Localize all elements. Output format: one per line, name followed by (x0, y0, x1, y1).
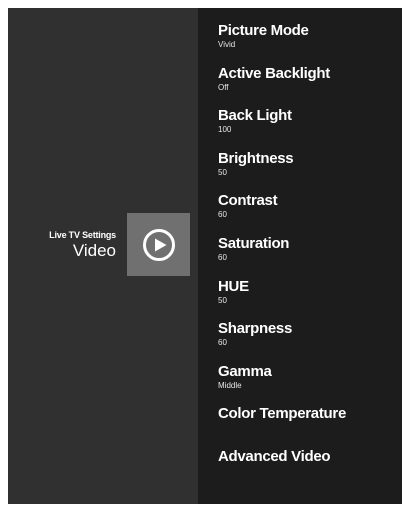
menu-item-back-light[interactable]: Back Light 100 (218, 107, 394, 150)
menu-item-contrast[interactable]: Contrast 60 (218, 192, 394, 235)
menu-item-value: 100 (218, 125, 232, 135)
play-circle-icon (142, 228, 175, 261)
section-header: Live TV Settings Video (49, 230, 116, 261)
tv-settings-screen: Live TV Settings Video Picture Mode Vivi… (8, 8, 402, 504)
menu-item-value: 50 (218, 295, 227, 305)
menu-item-label: Sharpness (218, 320, 292, 338)
menu-item-saturation[interactable]: Saturation 60 (218, 235, 394, 278)
menu-item-label: Gamma (218, 362, 272, 380)
menu-item-value: 60 (218, 210, 227, 220)
menu-item-value: Middle (218, 380, 242, 390)
menu-item-brightness[interactable]: Brightness 50 (218, 150, 394, 193)
menu-item-value: 60 (218, 252, 227, 262)
menu-item-label: Brightness (218, 149, 294, 167)
menu-item-picture-mode[interactable]: Picture Mode Vivid (218, 22, 394, 65)
menu-item-gamma[interactable]: Gamma Middle (218, 363, 394, 406)
settings-menu: Picture Mode Vivid Active Backlight Off … (218, 22, 394, 491)
menu-item-label: Saturation (218, 234, 290, 252)
menu-item-hue[interactable]: HUE 50 (218, 278, 394, 321)
menu-item-label: Color Temperature (218, 405, 346, 423)
section-title: Video (72, 241, 116, 260)
menu-item-advanced-video[interactable]: Advanced Video (218, 448, 394, 491)
menu-item-color-temperature[interactable]: Color Temperature (218, 405, 394, 448)
menu-item-label: Active Backlight (218, 64, 330, 82)
menu-item-value: 60 (218, 338, 227, 348)
video-section-tile[interactable] (127, 213, 190, 276)
menu-item-label: Back Light (218, 107, 292, 125)
menu-item-label: Advanced Video (218, 447, 331, 465)
menu-item-label: Picture Mode (218, 22, 309, 39)
settings-menu-panel: Picture Mode Vivid Active Backlight Off … (198, 8, 402, 504)
menu-item-label: HUE (218, 277, 249, 295)
menu-item-value: 50 (218, 167, 227, 177)
menu-item-value: Vivid (218, 40, 236, 49)
menu-item-value: Off (218, 82, 229, 92)
left-panel: Live TV Settings Video (8, 8, 198, 504)
section-subtitle: Live TV Settings (49, 230, 116, 240)
menu-item-active-backlight[interactable]: Active Backlight Off (218, 65, 394, 108)
menu-item-label: Contrast (218, 192, 278, 210)
menu-item-sharpness[interactable]: Sharpness 60 (218, 320, 394, 363)
